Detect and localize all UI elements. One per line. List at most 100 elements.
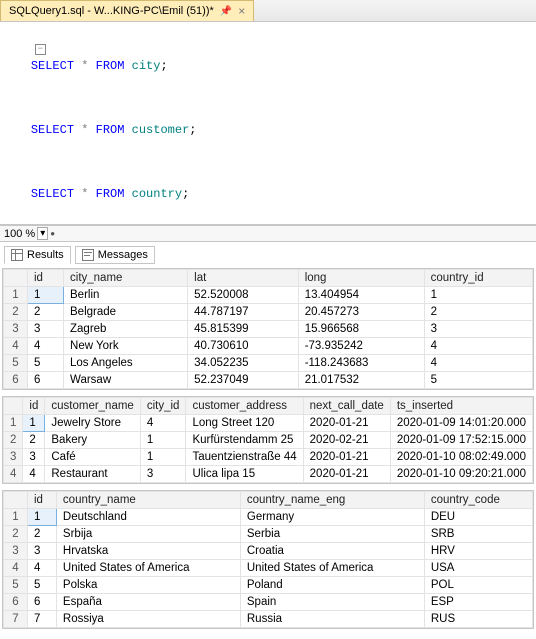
- cell[interactable]: Warsaw: [64, 372, 188, 389]
- cell[interactable]: RUS: [424, 611, 532, 628]
- table-row[interactable]: 11DeutschlandGermanyDEU: [4, 509, 533, 526]
- cell[interactable]: United States of America: [56, 560, 240, 577]
- cell[interactable]: Spain: [240, 594, 424, 611]
- column-header[interactable]: city_name: [64, 270, 188, 287]
- cell[interactable]: 4: [28, 338, 64, 355]
- row-number[interactable]: 5: [4, 577, 28, 594]
- column-header[interactable]: country_name_eng: [240, 492, 424, 509]
- cell[interactable]: Berlin: [64, 287, 188, 304]
- cell[interactable]: Tauentzienstraße 44: [186, 449, 303, 466]
- table-row[interactable]: 33Zagreb45.81539915.9665683: [4, 321, 533, 338]
- cell[interactable]: Croatia: [240, 543, 424, 560]
- row-number[interactable]: 7: [4, 611, 28, 628]
- cell[interactable]: 2020-01-21: [303, 449, 390, 466]
- cell[interactable]: 3: [28, 321, 64, 338]
- cell[interactable]: Restaurant: [45, 466, 140, 483]
- column-header[interactable]: ts_inserted: [390, 398, 532, 415]
- row-number[interactable]: 4: [4, 338, 28, 355]
- cell[interactable]: 1: [140, 449, 186, 466]
- table-row[interactable]: 33Café1Tauentzienstraße 442020-01-212020…: [4, 449, 533, 466]
- cell[interactable]: 3: [424, 321, 532, 338]
- cell[interactable]: 21.017532: [298, 372, 424, 389]
- row-number[interactable]: 6: [4, 594, 28, 611]
- cell[interactable]: 1: [140, 432, 186, 449]
- cell[interactable]: Belgrade: [64, 304, 188, 321]
- cell[interactable]: 2020-02-21: [303, 432, 390, 449]
- cell[interactable]: Serbia: [240, 526, 424, 543]
- cell[interactable]: HRV: [424, 543, 532, 560]
- cell[interactable]: POL: [424, 577, 532, 594]
- cell[interactable]: 2020-01-21: [303, 415, 390, 432]
- row-number[interactable]: 2: [4, 432, 23, 449]
- cell[interactable]: 15.966568: [298, 321, 424, 338]
- table-row[interactable]: 44Restaurant3Ulica lipa 152020-01-212020…: [4, 466, 533, 483]
- cell[interactable]: Russia: [240, 611, 424, 628]
- table-row[interactable]: 44New York40.730610-73.9352424: [4, 338, 533, 355]
- column-header[interactable]: id: [23, 398, 45, 415]
- cell[interactable]: 4: [28, 560, 57, 577]
- row-number[interactable]: 4: [4, 560, 28, 577]
- cell[interactable]: 2: [28, 526, 57, 543]
- row-number[interactable]: 3: [4, 449, 23, 466]
- cell[interactable]: 1: [28, 287, 64, 304]
- cell[interactable]: Zagreb: [64, 321, 188, 338]
- column-header[interactable]: country_name: [56, 492, 240, 509]
- zoom-dropdown[interactable]: ▾: [37, 227, 48, 240]
- cell[interactable]: 52.520008: [188, 287, 299, 304]
- cell[interactable]: New York: [64, 338, 188, 355]
- table-row[interactable]: 77RossiyaRussiaRUS: [4, 611, 533, 628]
- cell[interactable]: 1: [28, 509, 57, 526]
- sql-editor[interactable]: − SELECT * FROM city; SELECT * FROM cust…: [0, 22, 536, 225]
- cell[interactable]: 34.052235: [188, 355, 299, 372]
- cell[interactable]: Poland: [240, 577, 424, 594]
- pin-icon[interactable]: 📌: [220, 6, 232, 17]
- tab-messages[interactable]: Messages: [75, 246, 155, 264]
- table-row[interactable]: 55Los Angeles34.052235-118.2436834: [4, 355, 533, 372]
- cell[interactable]: 20.457273: [298, 304, 424, 321]
- close-icon[interactable]: ×: [238, 4, 245, 18]
- row-number[interactable]: 2: [4, 304, 28, 321]
- tab-results[interactable]: Results: [4, 246, 71, 264]
- column-header[interactable]: id: [28, 270, 64, 287]
- cell[interactable]: 2: [28, 304, 64, 321]
- column-header[interactable]: long: [298, 270, 424, 287]
- column-header[interactable]: next_call_date: [303, 398, 390, 415]
- column-header[interactable]: customer_name: [45, 398, 140, 415]
- cell[interactable]: SRB: [424, 526, 532, 543]
- cell[interactable]: 3: [23, 449, 45, 466]
- cell[interactable]: Polska: [56, 577, 240, 594]
- cell[interactable]: 4: [424, 338, 532, 355]
- cell[interactable]: 4: [23, 466, 45, 483]
- cell[interactable]: USA: [424, 560, 532, 577]
- cell[interactable]: 1: [23, 415, 45, 432]
- cell[interactable]: 1: [424, 287, 532, 304]
- cell[interactable]: 52.237049: [188, 372, 299, 389]
- cell[interactable]: 2020-01-09 14:01:20.000: [390, 415, 532, 432]
- cell[interactable]: Deutschland: [56, 509, 240, 526]
- column-header[interactable]: city_id: [140, 398, 186, 415]
- cell[interactable]: Rossiya: [56, 611, 240, 628]
- column-header[interactable]: lat: [188, 270, 299, 287]
- cell[interactable]: -118.243683: [298, 355, 424, 372]
- table-row[interactable]: 22SrbijaSerbiaSRB: [4, 526, 533, 543]
- cell[interactable]: 2020-01-09 17:52:15.000: [390, 432, 532, 449]
- row-number[interactable]: 5: [4, 355, 28, 372]
- cell[interactable]: 6: [28, 594, 57, 611]
- cell[interactable]: 5: [424, 372, 532, 389]
- cell[interactable]: Hrvatska: [56, 543, 240, 560]
- cell[interactable]: 2020-01-21: [303, 466, 390, 483]
- row-number[interactable]: 2: [4, 526, 28, 543]
- document-tab[interactable]: SQLQuery1.sql - W...KING-PC\Emil (51))* …: [0, 0, 254, 21]
- cell[interactable]: 6: [28, 372, 64, 389]
- cell[interactable]: 3: [28, 543, 57, 560]
- table-row[interactable]: 66EspañaSpainESP: [4, 594, 533, 611]
- table-row[interactable]: 22Belgrade44.78719720.4572732: [4, 304, 533, 321]
- cell[interactable]: Germany: [240, 509, 424, 526]
- row-number[interactable]: 3: [4, 543, 28, 560]
- cell[interactable]: ESP: [424, 594, 532, 611]
- table-row[interactable]: 33HrvatskaCroatiaHRV: [4, 543, 533, 560]
- cell[interactable]: 45.815399: [188, 321, 299, 338]
- row-number[interactable]: 1: [4, 415, 23, 432]
- column-header[interactable]: customer_address: [186, 398, 303, 415]
- row-number[interactable]: 4: [4, 466, 23, 483]
